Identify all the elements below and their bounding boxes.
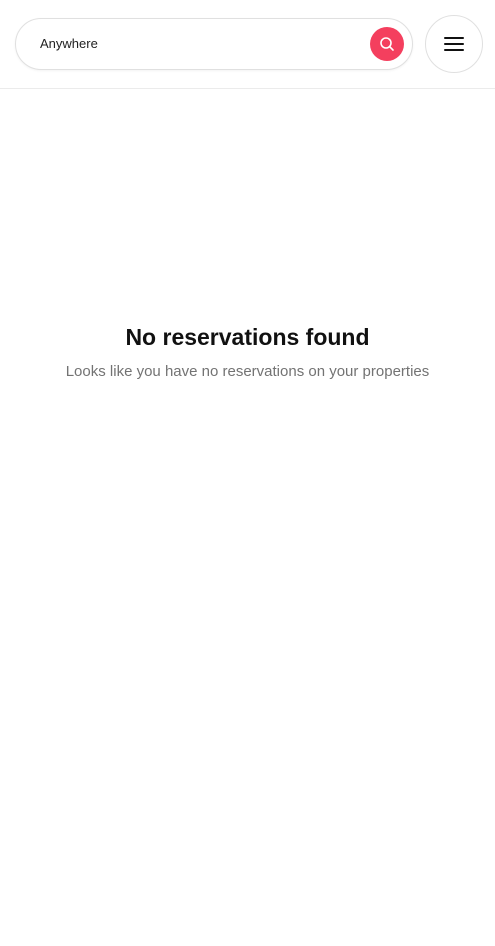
search-icon [380, 37, 394, 51]
search-button[interactable] [370, 27, 404, 61]
empty-state-title: No reservations found [125, 324, 370, 350]
empty-state: No reservations found Looks like you hav… [0, 320, 495, 382]
search-bar[interactable]: Anywhere [15, 18, 413, 70]
search-location-label[interactable]: Anywhere [40, 35, 98, 53]
menu-button[interactable] [425, 15, 483, 73]
page: Anywhere No reservations found Looks lik… [0, 0, 495, 946]
empty-state-subtitle: Looks like you have no reservations on y… [65, 363, 430, 380]
menu-icon [444, 37, 464, 51]
navbar: Anywhere [0, 0, 495, 89]
